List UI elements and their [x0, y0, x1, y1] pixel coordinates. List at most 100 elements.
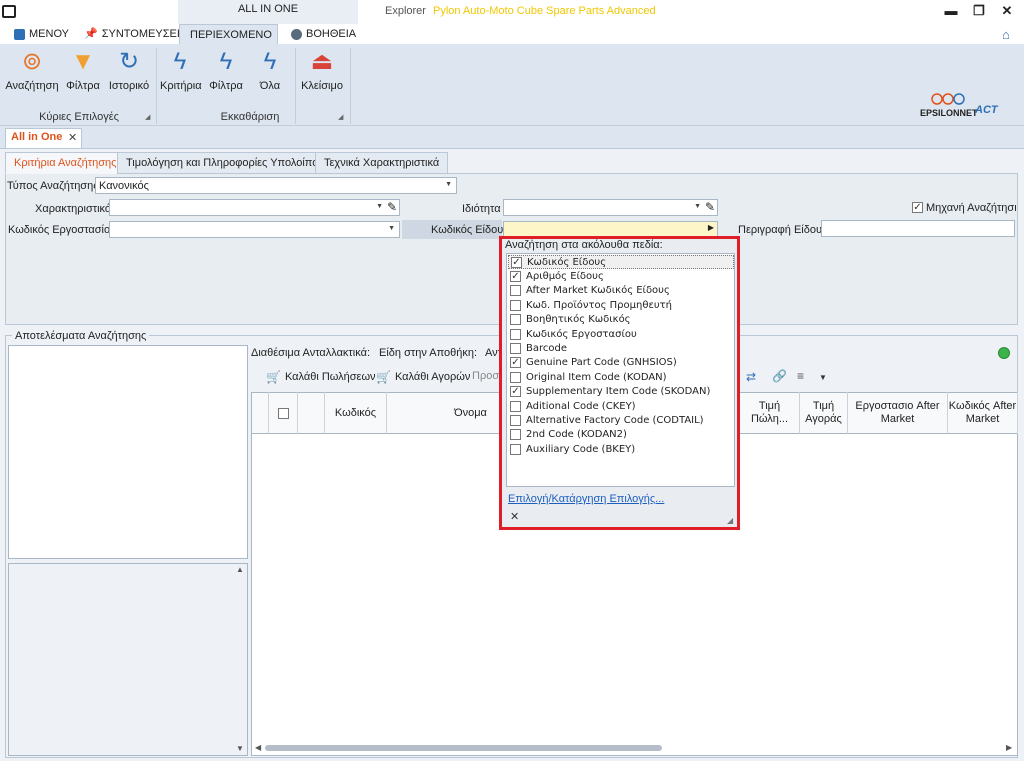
column-purchase-price[interactable]: Τιμή Αγοράς: [800, 392, 848, 434]
pencil-icon[interactable]: ✎: [705, 200, 715, 214]
factory-code-select[interactable]: ▼: [109, 221, 400, 238]
home-icon[interactable]: ⌂: [1002, 27, 1010, 42]
search-type-select[interactable]: Κανονικός ▼: [95, 177, 457, 194]
minimize-button[interactable]: ▬: [942, 3, 960, 19]
popup-list-item[interactable]: Alternative Factory Code (CODTAIL): [510, 413, 704, 427]
grid-select-column[interactable]: [269, 392, 298, 434]
scroll-up-icon[interactable]: ▲: [236, 565, 244, 574]
field-label: Original Item Code (KODAN): [526, 371, 667, 383]
history-button[interactable]: ↻ Ιστορικό: [108, 48, 150, 92]
field-label: Supplementary Item Code (SKODAN): [526, 386, 711, 398]
close-icon[interactable]: ✕: [68, 131, 77, 144]
search-type-label: Τύπος Αναζήτησης: [7, 180, 99, 192]
group-launcher-icon[interactable]: ◢: [338, 113, 343, 121]
field-checkbox[interactable]: [510, 400, 521, 412]
select-all-checkbox[interactable]: [277, 407, 289, 419]
button-label: Ιστορικό: [108, 80, 150, 92]
tab-content[interactable]: ΠΕΡΙΕΧΟΜΕΝΟ: [179, 24, 278, 44]
clear-all-button[interactable]: ϟ Όλα: [255, 48, 285, 92]
scroll-left-icon[interactable]: ◀: [255, 743, 261, 752]
chevron-down-icon[interactable]: ▼: [819, 373, 827, 382]
field-checkbox[interactable]: [510, 414, 521, 426]
popup-list-item[interactable]: 2nd Code (KODAN2): [510, 428, 627, 442]
close-view-button[interactable]: ⏏ Κλείσιμο: [300, 48, 344, 92]
lightning-icon: ϟ: [219, 48, 233, 75]
sales-cart-button[interactable]: 🛒 Καλάθι Πωλήσεων: [266, 370, 376, 384]
results-tree[interactable]: [8, 345, 248, 559]
field-checkbox[interactable]: [510, 299, 521, 311]
column-code[interactable]: Κωδικός: [325, 392, 387, 434]
tab-technical[interactable]: Τεχνικά Χαρακτηριστικά: [315, 152, 449, 174]
field-checkbox[interactable]: [510, 371, 521, 383]
purchase-cart-button[interactable]: 🛒 Καλάθι Αγορών: [376, 370, 470, 384]
field-checkbox[interactable]: [510, 429, 521, 441]
popup-list-item[interactable]: Auxiliary Code (BKEY): [510, 442, 635, 456]
field-checkbox[interactable]: ✓: [510, 386, 521, 398]
field-label: After Market Κωδικός Είδους: [526, 285, 670, 297]
scroll-thumb[interactable]: [265, 745, 662, 751]
scroll-right-icon[interactable]: ▶: [1006, 743, 1012, 752]
field-label: Βοηθητικός Κωδικός: [526, 314, 631, 326]
field-checkbox[interactable]: ✓: [511, 256, 522, 268]
in-stock-label: Είδη στην Αποθήκη:: [379, 347, 478, 359]
column-sale-price[interactable]: Τιμή Πώλη...: [740, 392, 800, 434]
document-tab-label: All in One: [11, 131, 63, 143]
popup-title: Αναζήτηση στα ακόλουθα πεδία:: [505, 239, 663, 251]
expand-arrow-icon[interactable]: ▶: [708, 223, 714, 232]
tab-pricing-info[interactable]: Τιμολόγηση και Πληροφορίες Υπολοίπου: [117, 152, 334, 174]
item-description-label: Περιγραφή Είδους: [738, 224, 828, 236]
menu-icon: [14, 28, 25, 40]
tab-search-criteria[interactable]: Κριτήρια Αναζήτησης: [5, 152, 126, 174]
field-checkbox[interactable]: [510, 285, 521, 297]
toggle-selection-link[interactable]: Επιλογή/Κατάργηση Επιλογής...: [508, 493, 664, 505]
link-icon[interactable]: 🔗: [772, 369, 787, 383]
property-select[interactable]: ▼ ✎: [503, 199, 718, 216]
list-icon[interactable]: ≡: [797, 369, 804, 383]
restore-button[interactable]: ❐: [970, 3, 988, 19]
popup-list-item[interactable]: Original Item Code (KODAN): [510, 370, 667, 384]
brand-text: EPSILONNET: [920, 108, 978, 118]
item-description-input[interactable]: [821, 220, 1015, 237]
field-checkbox[interactable]: [510, 342, 521, 354]
clear-filters-button[interactable]: ϟ Φίλτρα: [208, 48, 244, 92]
popup-list-item[interactable]: Κωδικός Εργοστασίου: [510, 327, 637, 341]
filters-button[interactable]: ▼ Φίλτρα: [64, 48, 102, 92]
popup-list-item[interactable]: Barcode: [510, 341, 567, 355]
group-separator: [156, 48, 157, 124]
engine-checkbox[interactable]: ✓: [912, 202, 923, 213]
cart-icon: 🛒: [376, 370, 391, 384]
field-checkbox[interactable]: [510, 314, 521, 326]
search-button[interactable]: ⊚ Αναζήτηση: [5, 48, 59, 92]
pencil-icon[interactable]: ✎: [387, 200, 397, 214]
popup-list-item[interactable]: ✓ Αριθμός Είδους: [510, 269, 604, 283]
popup-list-item[interactable]: Κωδ. Προϊόντος Προμηθευτή: [510, 298, 672, 312]
field-checkbox[interactable]: [510, 443, 521, 455]
tab-menu[interactable]: ΜΕΝΟΥ: [8, 24, 75, 44]
scroll-down-icon[interactable]: ▼: [236, 744, 244, 753]
resize-grip-icon[interactable]: ◢: [727, 516, 733, 525]
popup-list-item[interactable]: ✓ Supplementary Item Code (SKODAN): [510, 385, 710, 399]
column-aftermarket-factory[interactable]: Εργοστασιο After Market: [848, 392, 948, 434]
popup-list-item[interactable]: ✓ Genuine Part Code (GNHSIOS): [510, 356, 677, 370]
field-label: Barcode: [526, 342, 567, 354]
popup-list-item[interactable]: Βοηθητικός Κωδικός: [510, 313, 631, 327]
field-checkbox[interactable]: [510, 328, 521, 340]
button-label: Κριτήρια: [160, 80, 202, 92]
column-aftermarket-code[interactable]: Κωδικός After Market: [948, 392, 1018, 434]
popup-list-item[interactable]: Aditional Code (CKEY): [510, 399, 636, 413]
clear-criteria-button[interactable]: ϟ Κριτήρια: [160, 48, 202, 92]
field-checkbox[interactable]: ✓: [510, 270, 521, 282]
popup-list-item[interactable]: After Market Κωδικός Είδους: [510, 284, 670, 298]
close-icon[interactable]: ✕: [510, 510, 519, 523]
status-indicator: [998, 347, 1010, 359]
tab-help[interactable]: ΒΟΗΘΕΙΑ: [285, 24, 362, 44]
swap-icon[interactable]: ⇄: [746, 370, 756, 384]
close-button[interactable]: ✕: [998, 3, 1016, 19]
tab-shortcuts[interactable]: 📌 ΣΥΝΤΟΜΕΥΣΕΙΣ: [78, 24, 193, 44]
group-launcher-icon[interactable]: ◢: [145, 113, 150, 121]
app-icon[interactable]: [2, 5, 16, 18]
popup-list-item[interactable]: ✓ Κωδικός Είδους: [508, 255, 734, 269]
characteristic-select[interactable]: ▼ ✎: [109, 199, 400, 216]
tab-label: ΜΕΝΟΥ: [29, 28, 69, 40]
field-checkbox[interactable]: ✓: [510, 357, 521, 369]
